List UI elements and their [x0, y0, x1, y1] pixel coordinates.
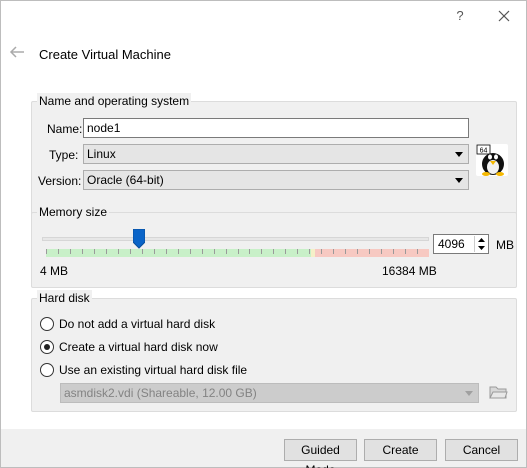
memory-spinbox[interactable]: 4096 [433, 234, 489, 254]
close-icon [498, 10, 510, 22]
spin-arrows-icon [478, 238, 485, 250]
wizard-page: Create Virtual Machine Name and operatin… [1, 31, 526, 429]
title-bar: ? [1, 1, 526, 31]
name-os-group-title: Name and operating system [37, 93, 192, 109]
radio-label: Use an existing virtual hard disk file [59, 363, 248, 377]
type-label: Type: [49, 148, 79, 162]
guided-mode-button[interactable]: Guided Mode [284, 439, 357, 468]
memory-max-label: 16384 MB [382, 264, 437, 278]
memory-unit-label: MB [496, 238, 514, 252]
back-arrow-icon [9, 46, 24, 58]
create-button[interactable]: Create [364, 439, 437, 461]
radio-button[interactable] [40, 363, 54, 377]
linux-os-icon: 64 [476, 144, 508, 176]
version-label: Version: [38, 174, 82, 188]
memory-slider-handle[interactable] [132, 228, 146, 249]
radio-button[interactable] [40, 340, 54, 354]
chevron-down-icon [465, 391, 473, 396]
name-label: Name: [47, 122, 83, 136]
chevron-down-icon [455, 152, 463, 157]
version-select[interactable]: Oracle (64-bit) [83, 170, 469, 190]
radio-label: Do not add a virtual hard disk [59, 317, 216, 331]
existing-disk-select: asmdisk2.vdi (Shareable, 12.00 GB) [60, 383, 479, 403]
radio-label: Create a virtual hard disk now [59, 340, 218, 354]
slider-thumb-icon [132, 228, 146, 249]
memory-group: Memory size 4 MB 16384 MB 4096 MB [31, 204, 517, 288]
version-select-value: Oracle (64-bit) [87, 173, 164, 187]
type-select[interactable]: Linux [83, 144, 469, 164]
cancel-button[interactable]: Cancel [445, 439, 518, 461]
create-vm-dialog: ? Create Virtual Machine Name and operat… [0, 0, 527, 468]
help-button[interactable]: ? [450, 6, 470, 26]
memory-value: 4096 [438, 237, 465, 251]
name-input[interactable]: node1 [83, 118, 469, 138]
chevron-down-icon [455, 178, 463, 183]
hard-disk-group: Hard disk Do not add a virtual hard disk… [31, 290, 517, 412]
choose-disk-file-button [488, 383, 508, 401]
memory-slider-track[interactable] [42, 237, 429, 241]
back-button[interactable] [8, 45, 26, 59]
memory-scale-ticks [46, 249, 418, 254]
type-select-value: Linux [87, 147, 116, 161]
existing-disk-value: asmdisk2.vdi (Shareable, 12.00 GB) [64, 386, 257, 400]
wizard-title: Create Virtual Machine [39, 47, 171, 62]
spin-buttons[interactable] [474, 236, 487, 252]
close-button[interactable] [493, 6, 515, 26]
memory-min-label: 4 MB [40, 264, 69, 278]
hard-disk-group-title: Hard disk [37, 290, 92, 306]
memory-group-title: Memory size [37, 204, 110, 220]
folder-icon [489, 386, 508, 399]
os-badge-64: 64 [480, 148, 488, 155]
radio-button[interactable] [40, 317, 54, 331]
